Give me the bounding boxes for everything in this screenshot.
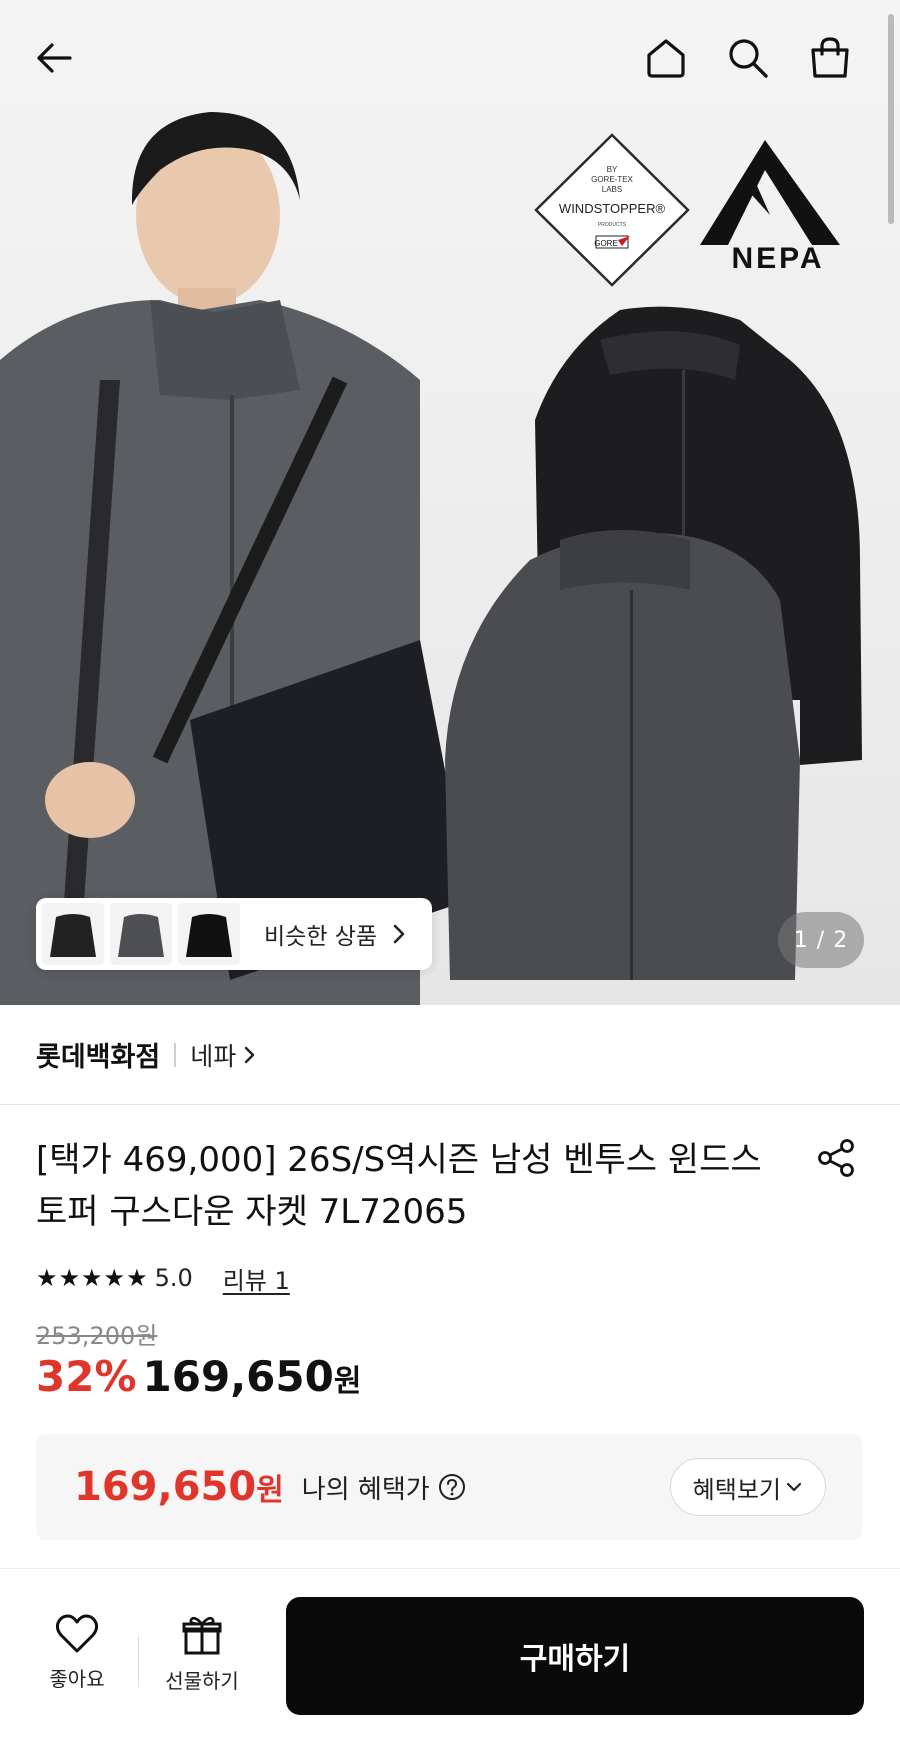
bottom-separator <box>138 1635 139 1687</box>
search-icon <box>729 39 768 78</box>
share-icon <box>818 1139 854 1177</box>
price-row: 32% 169,650 원 <box>36 1352 361 1401</box>
similar-thumb-2 <box>110 903 172 965</box>
gift-icon <box>182 1616 222 1655</box>
badge-by: BY <box>607 165 618 174</box>
arrow-left-icon <box>37 43 72 73</box>
store-separator <box>174 1042 177 1067</box>
top-navigation <box>0 0 900 116</box>
product-image-carousel[interactable]: BY GORE-TEX LABS WINDSTOPPER® PRODUCTS G… <box>0 0 900 1005</box>
similar-thumb-1 <box>42 903 104 965</box>
reviews-link[interactable]: 리뷰 1 <box>223 1261 290 1296</box>
star-rating-icon: ★★★★★ <box>36 1264 149 1292</box>
badge-goretex: GORE-TEX <box>591 175 633 184</box>
bottom-action-bar: 좋아요 선물하기 구매하기 <box>0 1569 900 1741</box>
search-button[interactable] <box>718 28 778 88</box>
home-button[interactable] <box>636 28 696 88</box>
benefit-currency: 원 <box>256 1473 284 1508</box>
scrollbar[interactable] <box>888 14 894 224</box>
gift-label: 선물하기 <box>165 1669 239 1693</box>
view-benefits-label: 혜택보기 <box>692 1475 781 1504</box>
nepa-logo-text: NEPA <box>731 242 824 275</box>
discount-rate: 32% <box>36 1352 137 1401</box>
similar-products-label: 비슷한 상품 <box>264 924 378 950</box>
shopping-bag-icon <box>811 37 849 78</box>
store-name: 롯데백화점 <box>36 1042 161 1073</box>
badge-gore: GORE <box>594 239 618 248</box>
similar-thumb-3 <box>178 903 240 965</box>
currency-unit: 원 <box>333 1364 362 1399</box>
rating-score: 5.0 <box>154 1264 193 1292</box>
heart-icon <box>55 1614 99 1653</box>
back-button[interactable] <box>24 28 84 88</box>
home-icon <box>647 39 685 78</box>
chevron-right-icon[interactable] <box>242 1044 258 1066</box>
question-circle-icon[interactable] <box>438 1473 466 1501</box>
nepa-logo: NEPA <box>700 140 840 275</box>
benefit-label: 나의 혜택가 <box>301 1474 430 1505</box>
like-button[interactable]: 좋아요 <box>32 1613 122 1692</box>
store-brand-row: 롯데백화점 네파 <box>0 1005 900 1105</box>
badge-products: PRODUCTS <box>598 222 627 228</box>
product-title: [택가 469,000] 26S/S역시즌 남성 벤투스 윈드스토퍼 구스다운 … <box>36 1140 762 1232</box>
buy-button[interactable]: 구매하기 <box>286 1597 864 1715</box>
brand-link[interactable]: 네파 <box>190 1037 236 1073</box>
sale-price: 169,650 <box>142 1352 334 1401</box>
badge-labs: LABS <box>602 185 622 194</box>
gift-button[interactable]: 선물하기 <box>152 1613 252 1694</box>
share-button[interactable] <box>812 1134 860 1182</box>
badge-windstopper: WINDSTOPPER® <box>559 201 666 216</box>
original-price: 253,200원 <box>36 1322 158 1350</box>
like-label: 좋아요 <box>49 1667 105 1691</box>
image-pager: 1 / 2 <box>778 912 864 968</box>
similar-products-button[interactable]: 비슷한 상품 <box>36 898 432 970</box>
rating-row: ★★★★★ 5.0 리뷰 1 <box>36 1260 290 1296</box>
product-photo: BY GORE-TEX LABS WINDSTOPPER® PRODUCTS G… <box>0 112 862 1005</box>
benefit-price-box: 169,650 원 나의 혜택가 혜택보기 <box>36 1434 862 1540</box>
view-benefits-button[interactable]: 혜택보기 <box>669 1458 826 1516</box>
chevron-down-icon <box>786 1482 802 1492</box>
benefit-price: 169,650 <box>74 1464 257 1510</box>
chevron-right-icon <box>393 924 405 944</box>
cart-button[interactable] <box>800 28 860 88</box>
